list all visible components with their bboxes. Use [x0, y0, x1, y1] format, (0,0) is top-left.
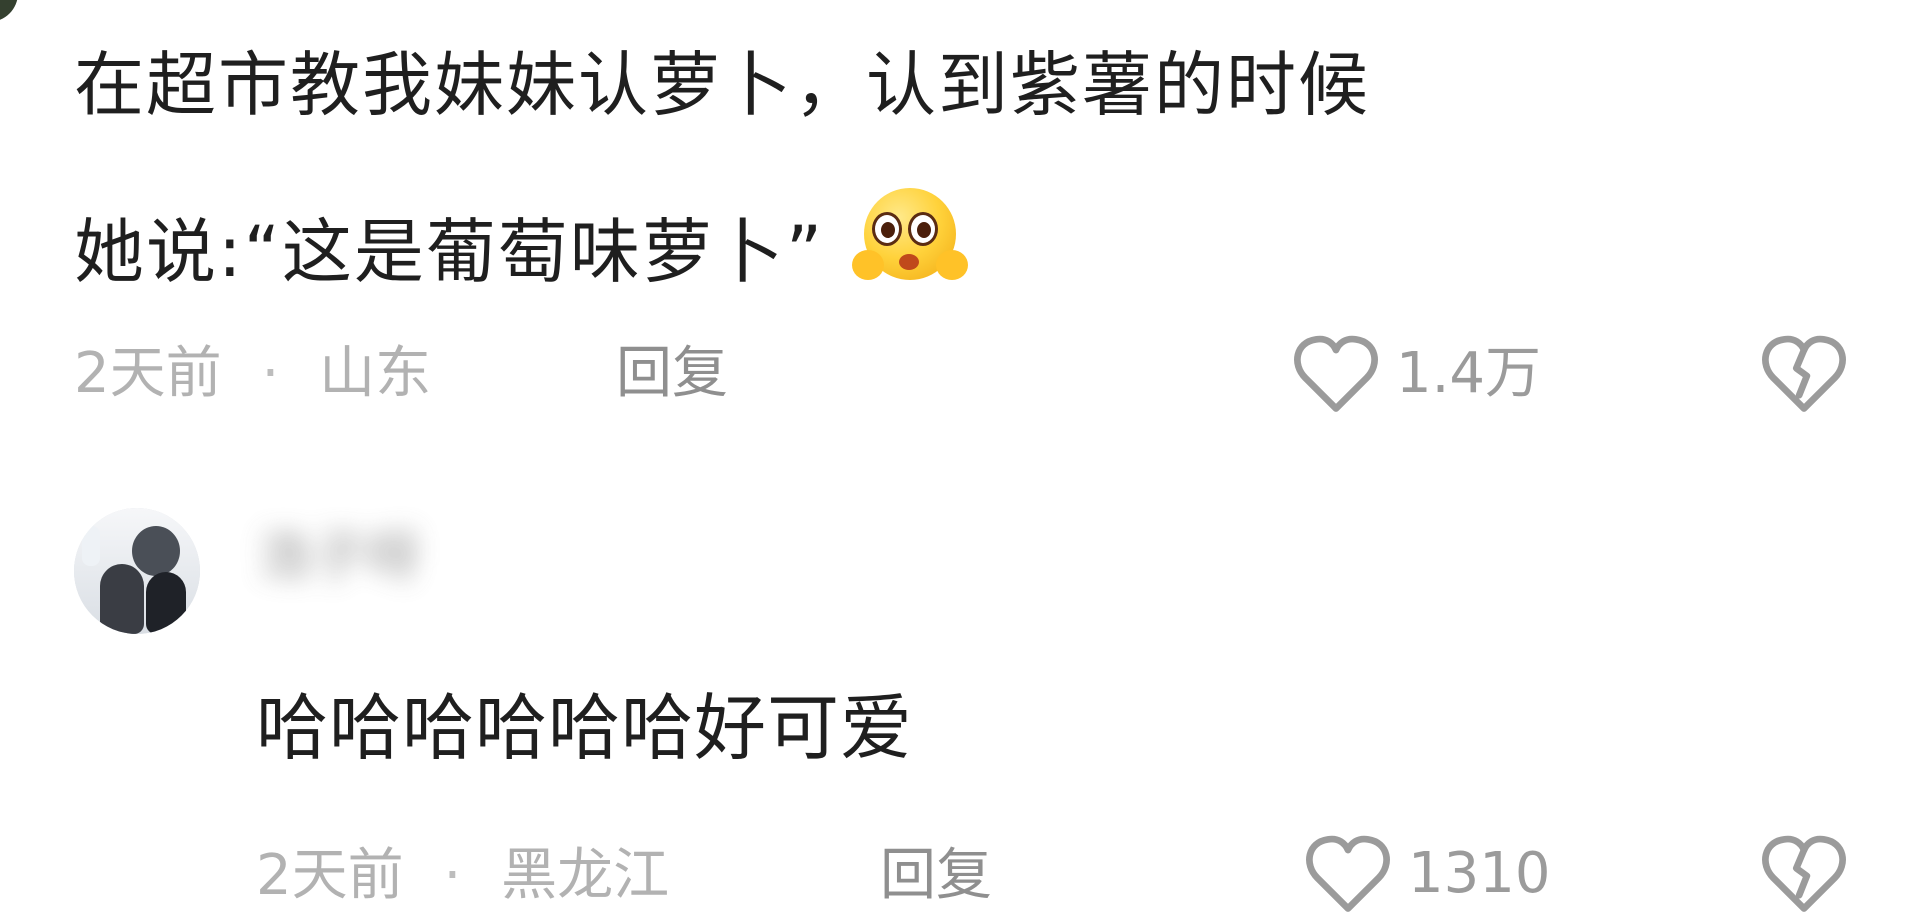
like-button[interactable]: 1.4万: [1288, 326, 1541, 422]
like-button[interactable]: 1310: [1300, 826, 1551, 922]
meta-separator: ·: [261, 341, 280, 406]
reply-comment-text: 哈哈哈哈哈哈好可爱: [256, 686, 914, 770]
emoji-left-hand: [852, 250, 885, 280]
broken-heart-icon: [1762, 335, 1846, 412]
comment-text-line-2-content: 她说:“这是葡萄味萝卜”: [74, 211, 825, 293]
comment-location: 山东: [319, 341, 432, 406]
comment-time: 2天前: [256, 843, 404, 908]
avatar-detail: [82, 526, 100, 566]
pleading-face-icon: [852, 188, 969, 292]
comment-item-main: 在超市教我妹妹认萝卜，认到紫薯的时候 她说:“这是葡萄味萝卜” 2天前 · 山东…: [0, 0, 1920, 470]
avatar-figure-left: [100, 564, 144, 634]
broken-heart-icon: [1762, 835, 1846, 912]
dislike-button[interactable]: [1756, 826, 1852, 922]
avatar-figure-right: [146, 572, 186, 634]
comment-time: 2天前: [74, 341, 222, 406]
like-count: 1.4万: [1396, 341, 1542, 406]
reply-button[interactable]: 回复: [880, 848, 992, 904]
comment-text-line-1: 在超市教我妹妹认萝卜，认到紫薯的时候: [74, 44, 1370, 126]
comment-meta-reply: 2天前 · 黑龙江: [256, 848, 669, 904]
heart-outline-icon: [1294, 335, 1378, 412]
like-count: 1310: [1408, 841, 1551, 906]
heart-outline-icon: [1306, 835, 1390, 912]
comment-meta-main: 2天前 · 山东: [74, 346, 431, 402]
emoji-right-hand: [936, 250, 969, 280]
meta-separator: ·: [443, 843, 462, 908]
dislike-button[interactable]: [1756, 326, 1852, 422]
comment-location: 黑龙江: [501, 843, 670, 908]
username[interactable]: 浩子呀: [258, 530, 420, 584]
comment-item-reply: 浩子呀 哈哈哈哈哈哈好可爱 2天前 · 黑龙江 回复 1310: [0, 470, 1920, 922]
comment-text-line-2: 她说:“这是葡萄味萝卜”: [74, 188, 969, 293]
avatar[interactable]: [74, 508, 200, 634]
avatar-head: [132, 526, 180, 576]
reply-button[interactable]: 回复: [616, 346, 728, 402]
